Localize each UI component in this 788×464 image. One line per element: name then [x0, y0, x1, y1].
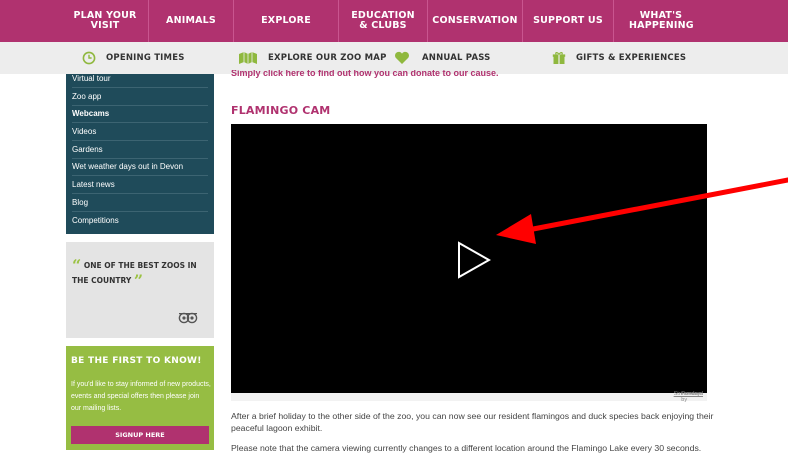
- gifts-experiences-label: GIFTS & EXPERIENCES: [576, 53, 687, 63]
- sidebar-item-wet-weather[interactable]: Wet weather days out in Devon: [72, 159, 208, 177]
- nav-support-us[interactable]: SUPPORT US: [523, 0, 613, 42]
- nav-label: SUPPORT US: [533, 15, 603, 26]
- sidebar-item-videos[interactable]: Videos: [72, 123, 208, 141]
- nav-whats-happening[interactable]: WHAT'S HAPPENING: [614, 0, 708, 42]
- newsletter-heading: BE THE FIRST TO KNOW!: [71, 356, 202, 366]
- sidebar-item-label: Competitions: [72, 215, 119, 225]
- map-icon: [238, 51, 258, 65]
- heart-icon: [394, 51, 410, 65]
- sidebar-item-label: Webcams: [72, 109, 110, 119]
- sidebar-item-label: Gardens: [72, 144, 103, 154]
- sidebar-item-webcams[interactable]: Webcams: [72, 106, 208, 124]
- main-navigation: PLAN YOUR VISIT ANIMALS EXPLORE EDUCATIO…: [0, 0, 788, 42]
- open-quote-icon: “: [72, 256, 82, 275]
- page-title: FLAMINGO CAM: [231, 104, 331, 117]
- sidebar-item-virtual-tour[interactable]: Virtual tour: [72, 70, 208, 88]
- powered-by-link[interactable]: Streamdays: [674, 391, 703, 397]
- sidebar-item-gardens[interactable]: Gardens: [72, 141, 208, 159]
- nav-label: WHAT'S HAPPENING: [629, 10, 694, 31]
- sidebar-item-label: Zoo app: [72, 91, 102, 101]
- webcam-video-player[interactable]: [231, 124, 707, 393]
- player-footer: Powered by Streamdays: [231, 391, 707, 403]
- nav-label: PLAN YOUR VISIT: [73, 10, 137, 31]
- camera-note-paragraph: Please note that the camera viewing curr…: [231, 443, 702, 453]
- sidebar-item-blog[interactable]: Blog: [72, 194, 208, 212]
- sidebar-item-label: Videos: [72, 126, 97, 136]
- nav-label: ANIMALS: [166, 15, 216, 26]
- zoo-map-label: EXPLORE OUR ZOO MAP: [268, 53, 387, 63]
- newsletter-text: If you'd like to stay informed of new pr…: [71, 381, 211, 412]
- sidebar-item-latest-news[interactable]: Latest news: [72, 176, 208, 194]
- sidebar-item-label: Latest news: [72, 179, 115, 189]
- donate-link[interactable]: Simply click here to find out how you ca…: [231, 70, 711, 81]
- sidebar-item-zoo-app[interactable]: Zoo app: [72, 88, 208, 106]
- nav-conservation[interactable]: CONSERVATION: [428, 0, 522, 42]
- gift-icon: [552, 51, 566, 65]
- donate-link-text: Simply click here to find out how you ca…: [231, 70, 499, 78]
- newsletter-box: BE THE FIRST TO KNOW! If you'd like to s…: [66, 346, 214, 450]
- review-quote: “ ONE OF THE BEST ZOOS IN THE COUNTRY ”: [66, 242, 214, 338]
- opening-times-label: OPENING TIMES: [106, 53, 185, 63]
- nav-label: EXPLORE: [261, 15, 311, 26]
- nav-label: CONSERVATION: [432, 15, 518, 26]
- quote-text-block: “ ONE OF THE BEST ZOOS IN THE COUNTRY ”: [72, 256, 208, 290]
- tripadvisor-owl-icon[interactable]: [178, 311, 198, 330]
- nav-label: EDUCATION & CLUBS: [351, 10, 415, 31]
- sidebar-item-label: Virtual tour: [72, 73, 111, 83]
- description-paragraph: After a brief holiday to the other side …: [231, 411, 714, 433]
- nav-education-clubs[interactable]: EDUCATION & CLUBS: [339, 0, 427, 42]
- sidebar-menu: Virtual tour Zoo app Webcams Videos Gard…: [66, 74, 214, 234]
- close-quote-icon: ”: [133, 271, 144, 290]
- play-icon[interactable]: [457, 241, 492, 284]
- nav-animals[interactable]: ANIMALS: [149, 0, 233, 42]
- annual-pass-label: ANNUAL PASS: [422, 53, 491, 63]
- sidebar-item-label: Wet weather days out in Devon: [72, 162, 184, 172]
- nav-explore[interactable]: EXPLORE: [234, 0, 338, 42]
- sidebar-item-label: Blog: [72, 197, 89, 207]
- signup-button[interactable]: SIGNUP HERE: [71, 426, 209, 444]
- sidebar-item-competitions[interactable]: Competitions: [72, 212, 208, 230]
- clock-icon: [82, 51, 96, 65]
- nav-plan-your-visit[interactable]: PLAN YOUR VISIT: [62, 0, 148, 42]
